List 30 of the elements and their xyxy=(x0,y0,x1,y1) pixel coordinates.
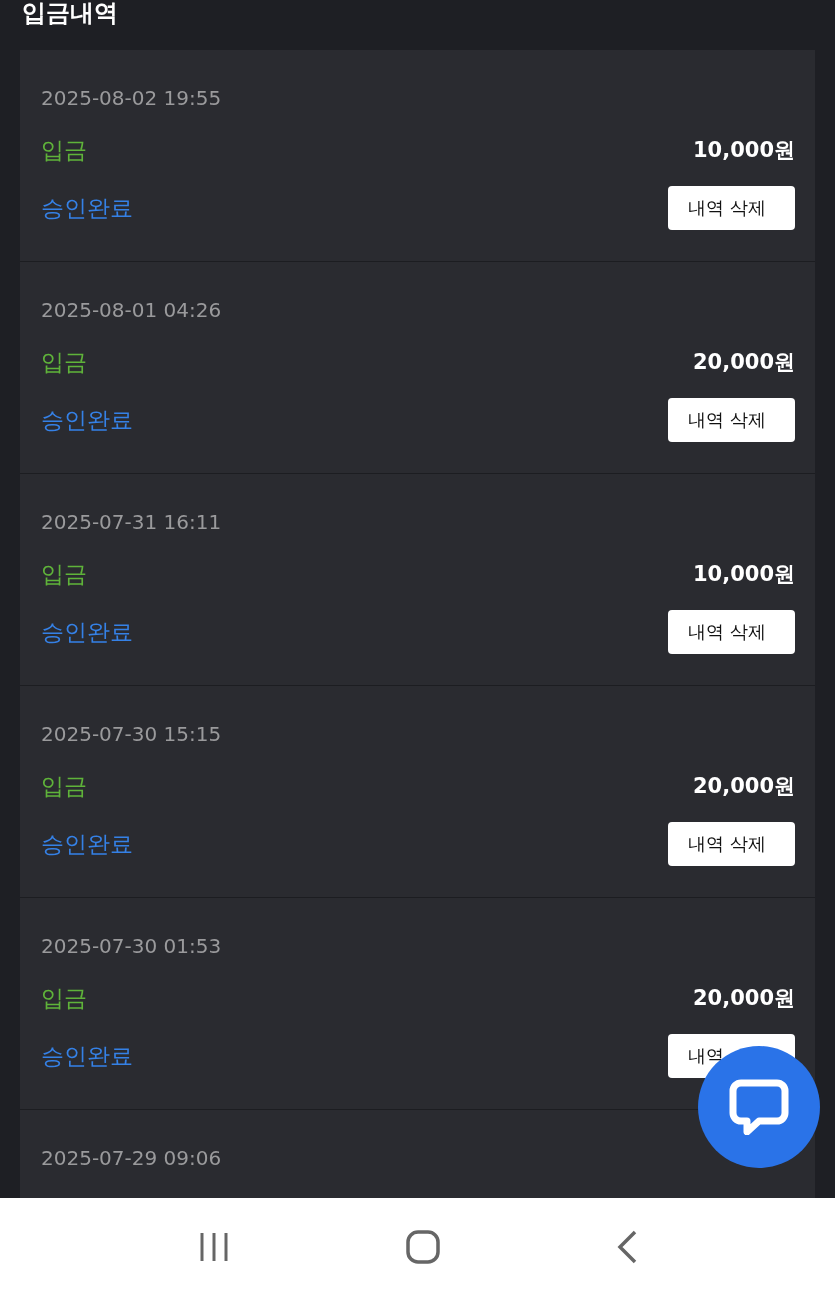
type-label: 입금 xyxy=(41,559,87,589)
type-label: 입금 xyxy=(41,135,87,165)
amount-text: 20,000원 xyxy=(692,773,795,800)
back-icon[interactable] xyxy=(616,1230,637,1264)
home-icon[interactable] xyxy=(406,1230,441,1264)
type-label: 입금 xyxy=(41,983,87,1013)
amount-text: 10,000원 xyxy=(692,561,795,588)
amount-text: 10,000원 xyxy=(692,137,795,164)
delete-button[interactable]: 내역 삭제 xyxy=(668,186,795,230)
recent-apps-icon[interactable] xyxy=(198,1232,231,1262)
amount-text: 20,000원 xyxy=(692,349,795,376)
date-text: 2025-07-30 01:53 xyxy=(41,933,223,960)
delete-button[interactable]: 내역 삭제 xyxy=(668,822,795,866)
chat-bubble-icon xyxy=(729,1079,789,1135)
date-text: 2025-08-02 19:55 xyxy=(41,85,223,112)
delete-button[interactable]: 내역 삭제 xyxy=(668,398,795,442)
status-label: 승인완료 xyxy=(41,829,133,859)
date-text: 2025-07-29 09:06 xyxy=(41,1145,223,1172)
page-title: 입금내역 xyxy=(22,0,118,28)
status-label: 승인완료 xyxy=(41,1041,133,1071)
status-label: 승인완료 xyxy=(41,617,133,647)
type-label: 입금 xyxy=(41,771,87,801)
date-text: 2025-08-01 04:26 xyxy=(41,297,223,324)
type-label: 입금 xyxy=(41,347,87,377)
status-label: 승인완료 xyxy=(41,193,133,223)
amount-text: 20,000원 xyxy=(692,985,795,1012)
delete-button[interactable]: 내역 삭제 xyxy=(668,610,795,654)
status-label: 승인완료 xyxy=(41,405,133,435)
date-text: 2025-07-31 16:11 xyxy=(41,509,223,536)
date-text: 2025-07-30 15:15 xyxy=(41,721,223,748)
